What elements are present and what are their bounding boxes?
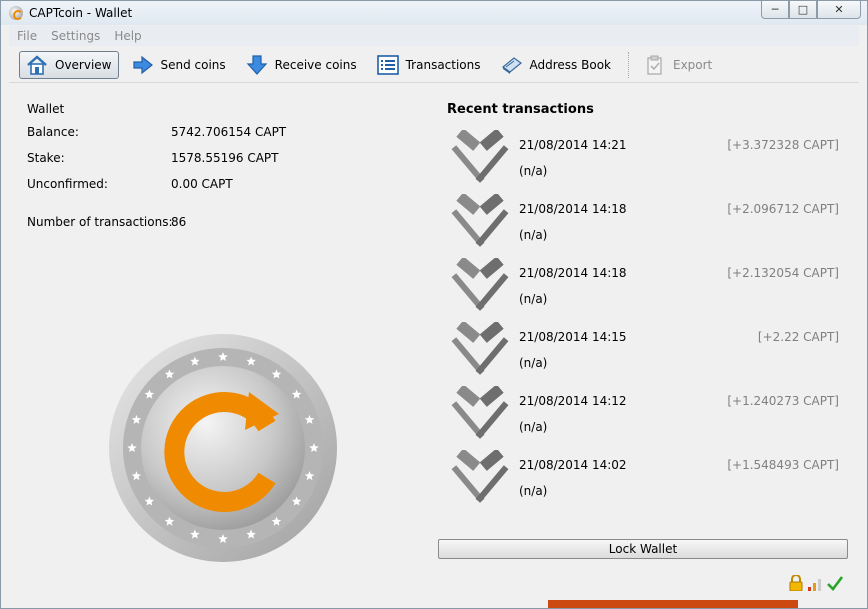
transaction-date: 21/08/2014 14:18 (519, 202, 627, 216)
transaction-amount: [+1.548493 CAPT] (727, 458, 839, 472)
toolbar: Overview Send coins Receive coins Transa… (9, 47, 859, 83)
transaction-amount: [+1.240273 CAPT] (727, 394, 839, 408)
export-icon (644, 55, 666, 75)
unconfirmed-value: 0.00 CAPT (171, 177, 233, 191)
transaction-address: (n/a) (519, 164, 548, 178)
transaction-address: (n/a) (519, 420, 548, 434)
receive-coins-label: Receive coins (274, 57, 357, 72)
balance-value: 5742.706154 CAPT (171, 125, 287, 139)
export-label: Export (672, 57, 713, 72)
transaction-row[interactable]: 21/08/2014 14:18 (n/a) [+2.132054 CAPT] (447, 256, 847, 316)
toolbar-separator (627, 51, 629, 78)
overview-label: Overview (55, 57, 112, 72)
transactions-label: Transactions (405, 57, 481, 72)
balance-label: Balance: (27, 125, 79, 139)
mining-hammers-icon (451, 192, 509, 250)
app-window: CAPTcoin - Wallet ─ □ ✕ File Settings He… (0, 0, 868, 609)
overview-page: Wallet Balance: 5742.706154 CAPT Stake: … (9, 84, 859, 569)
status-bar (9, 569, 859, 599)
list-icon (376, 54, 399, 75)
transaction-address: (n/a) (519, 292, 548, 306)
wallet-heading: Wallet (27, 102, 65, 116)
transaction-row[interactable]: 21/08/2014 14:18 (n/a) [+2.096712 CAPT] (447, 192, 847, 252)
transaction-date: 21/08/2014 14:15 (519, 330, 627, 344)
arrow-right-icon (132, 55, 154, 75)
receive-coins-button[interactable]: Receive coins (239, 51, 364, 79)
send-coins-label: Send coins (160, 57, 226, 72)
window-title: CAPTcoin - Wallet (29, 6, 133, 20)
menu-bar: File Settings Help (9, 26, 859, 46)
transactions-button[interactable]: Transactions (370, 51, 488, 79)
stake-value: 1578.55196 CAPT (171, 151, 279, 165)
mining-hammers-icon (451, 128, 509, 186)
num-transactions-value: 86 (171, 215, 187, 229)
unconfirmed-label: Unconfirmed: (27, 177, 108, 191)
mining-hammers-icon (451, 256, 509, 314)
home-icon (26, 54, 48, 75)
menu-help[interactable]: Help (114, 29, 141, 43)
title-bar[interactable]: CAPTcoin - Wallet ─ □ ✕ (1, 1, 867, 25)
mining-hammers-icon (451, 448, 509, 506)
synced-check-icon[interactable] (827, 575, 844, 594)
mining-hammers-icon (451, 320, 509, 378)
lock-icon[interactable] (789, 574, 803, 594)
address-book-label: Address Book (529, 57, 611, 72)
transaction-row[interactable]: 21/08/2014 14:15 (n/a) [+2.22 CAPT] (447, 320, 847, 380)
address-book-icon (501, 55, 523, 75)
transaction-date: 21/08/2014 14:18 (519, 266, 627, 280)
stake-label: Stake: (27, 151, 65, 165)
taskbar-strip (548, 600, 798, 608)
app-logo-icon (9, 6, 23, 20)
num-transactions-label: Number of transactions: (27, 215, 173, 229)
export-button[interactable]: Export (637, 51, 719, 79)
menu-settings[interactable]: Settings (51, 29, 100, 43)
transaction-amount: [+2.096712 CAPT] (727, 202, 839, 216)
lock-wallet-button[interactable]: Lock Wallet (438, 539, 848, 559)
transaction-date: 21/08/2014 14:12 (519, 394, 627, 408)
overview-button[interactable]: Overview (19, 50, 119, 79)
minimize-button[interactable]: ─ (761, 1, 789, 19)
maximize-button[interactable]: □ (789, 1, 817, 19)
recent-transactions-title: Recent transactions (447, 102, 594, 117)
send-coins-button[interactable]: Send coins (125, 51, 233, 79)
address-book-button[interactable]: Address Book (494, 51, 618, 79)
transaction-row[interactable]: 21/08/2014 14:21 (n/a) [+3.372328 CAPT] (447, 128, 847, 188)
transaction-row[interactable]: 21/08/2014 14:12 (n/a) [+1.240273 CAPT] (447, 384, 847, 444)
transaction-amount: [+2.22 CAPT] (757, 330, 839, 344)
arrow-down-icon (246, 54, 268, 75)
transaction-address: (n/a) (519, 228, 548, 242)
close-button[interactable]: ✕ (817, 1, 861, 19)
transaction-address: (n/a) (519, 484, 548, 498)
menu-file[interactable]: File (17, 29, 37, 43)
transaction-amount: [+2.132054 CAPT] (727, 266, 839, 280)
transaction-address: (n/a) (519, 356, 548, 370)
transaction-row[interactable]: 21/08/2014 14:02 (n/a) [+1.548493 CAPT] (447, 448, 847, 508)
transaction-date: 21/08/2014 14:21 (519, 138, 627, 152)
window-controls: ─ □ ✕ (761, 1, 861, 19)
status-icons (785, 574, 844, 594)
mining-hammers-icon (451, 384, 509, 442)
captcoin-logo (107, 332, 339, 564)
transaction-date: 21/08/2014 14:02 (519, 458, 627, 472)
signal-icon[interactable] (807, 575, 823, 594)
transaction-amount: [+3.372328 CAPT] (727, 138, 839, 152)
